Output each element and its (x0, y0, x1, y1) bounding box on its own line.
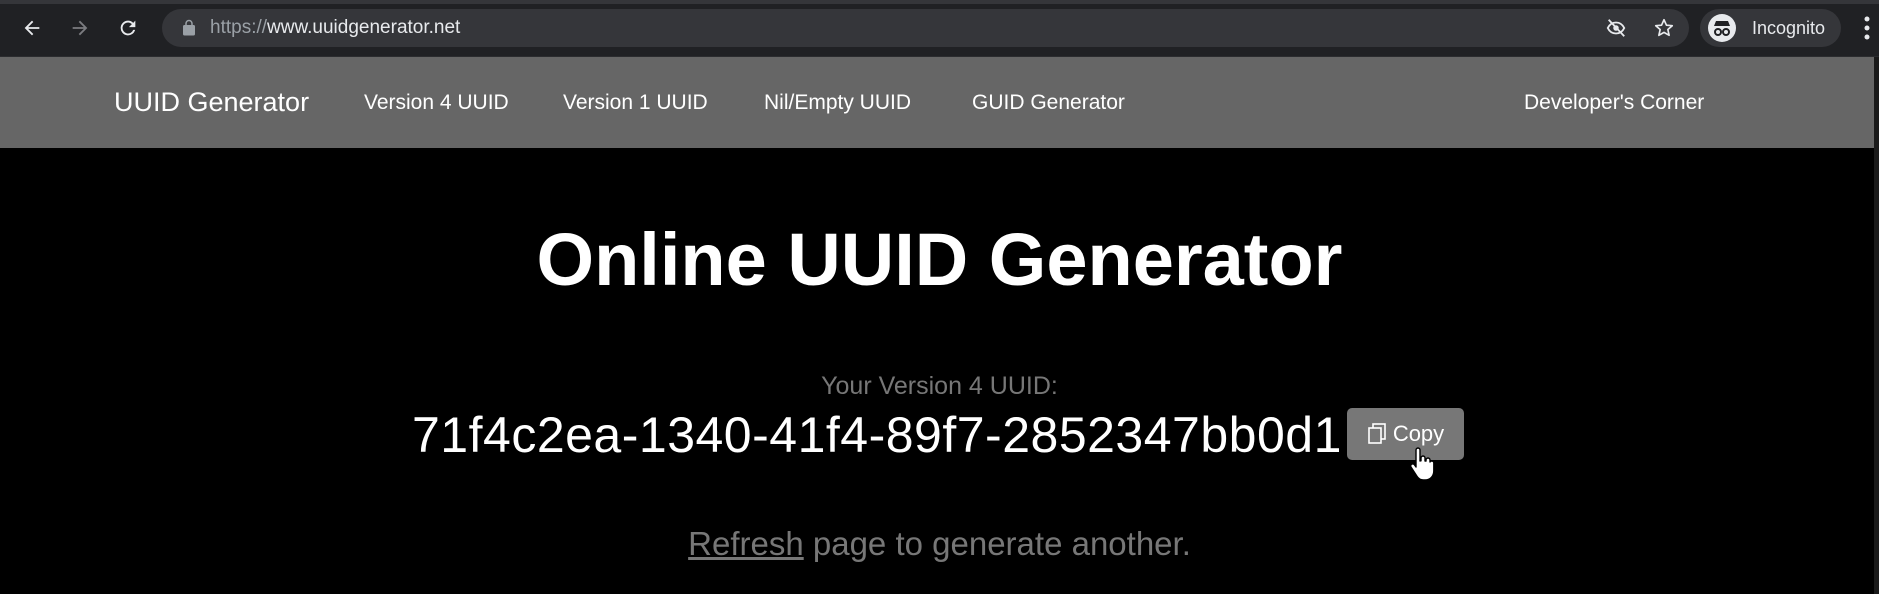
tab-strip-edge (0, 0, 1879, 4)
refresh-hint: Refresh page to generate another. (0, 524, 1879, 564)
address-bar[interactable]: https://www.uuidgenerator.net (162, 9, 1689, 47)
refresh-link[interactable]: Refresh (688, 525, 804, 562)
incognito-label: Incognito (1752, 18, 1826, 38)
refresh-hint-text: page to generate another. (803, 525, 1191, 562)
eye-slash-icon[interactable] (1605, 17, 1627, 39)
page-title: Online UUID Generator (536, 218, 1343, 301)
incognito-indicator[interactable]: Incognito (1700, 9, 1841, 47)
forward-arrow-icon (72, 20, 88, 36)
nav-link-guid-generator[interactable]: GUID Generator (972, 57, 1125, 148)
site-brand-link[interactable]: UUID Generator (114, 57, 309, 148)
copy-button-label: Copy (1392, 421, 1445, 446)
lock-icon[interactable] (180, 19, 198, 37)
copy-button[interactable]: Copy (1347, 408, 1464, 460)
back-button[interactable] (16, 12, 48, 44)
hand-pointer-cursor-icon (1409, 447, 1435, 481)
star-icon[interactable] (1653, 17, 1675, 39)
reload-button[interactable] (112, 12, 144, 44)
url-host: www.uuidgenerator.net (267, 17, 461, 38)
incognito-icon (1708, 14, 1736, 42)
url-text[interactable]: https://www.uuidgenerator.net (210, 9, 460, 47)
copy-icon (1368, 423, 1386, 444)
forward-button[interactable] (64, 12, 96, 44)
nav-link-version-1-uuid[interactable]: Version 1 UUID (563, 57, 708, 148)
browser-toolbar: https://www.uuidgenerator.net Incognito (0, 0, 1879, 57)
back-arrow-icon (24, 20, 40, 36)
nav-link-developers-corner[interactable]: Developer's Corner (1524, 57, 1704, 148)
url-scheme: https:// (210, 17, 268, 38)
uuid-value[interactable]: 71f4c2ea-1340-41f4-89f7-2852347bb0d1 (412, 405, 1342, 465)
site-navbar: UUID Generator Version 4 UUID Version 1 … (0, 57, 1879, 148)
vertical-dots-icon[interactable] (1862, 14, 1872, 42)
nav-link-nil-empty-uuid[interactable]: Nil/Empty UUID (764, 57, 911, 148)
page-scroll-edge (1874, 57, 1879, 594)
uuid-label: Your Version 4 UUID: (821, 372, 1058, 400)
nav-link-version-4-uuid[interactable]: Version 4 UUID (364, 57, 509, 148)
reload-icon (120, 20, 136, 36)
